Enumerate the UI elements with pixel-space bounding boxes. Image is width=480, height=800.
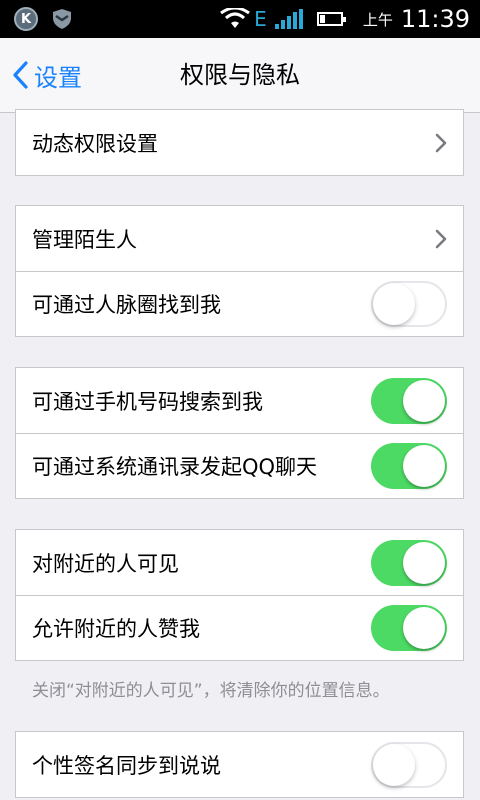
row-label: 动态权限设置 [32,131,158,156]
chevron-right-icon [435,229,447,248]
group-signature-sync: 个性签名同步到说说 [15,731,464,798]
toggle-contacts-qq-chat[interactable] [371,443,447,489]
toggle-find-by-network[interactable] [371,281,447,327]
row-visible-nearby: 对附近的人可见 [16,530,463,595]
row-label: 管理陌生人 [32,227,137,252]
row-search-by-phone: 可通过手机号码搜索到我 [16,368,463,433]
status-bar-left: K [14,7,72,31]
row-label: 个性签名同步到说说 [32,753,221,778]
signal-icon [274,9,303,29]
toggle-allow-nearby-likes[interactable] [371,605,447,651]
battery-icon [316,12,346,26]
toggle-knob [373,743,415,786]
chevron-right-icon [435,133,447,152]
group-nearby: 对附近的人可见 允许附近的人赞我 [15,529,464,661]
row-label: 可通过系统通讯录发起QQ聊天 [32,455,318,479]
k-app-icon: K [14,7,38,31]
toggle-knob [403,607,445,649]
group-strangers: 管理陌生人 可通过人脉圈找到我 [15,205,464,337]
row-label: 可通过人脉圈找到我 [32,293,221,317]
row-label: 允许附近的人赞我 [32,617,200,641]
group-dynamic-permissions: 动态权限设置 [15,109,464,176]
nav-bar: 设置 权限与隐私 [0,38,480,113]
toggle-knob [403,541,445,584]
group-phone-contacts: 可通过手机号码搜索到我 可通过系统通讯录发起QQ聊天 [15,367,464,499]
toggle-knob [373,283,415,325]
toggle-search-by-phone[interactable] [371,377,447,424]
toggle-knob [403,445,445,487]
wifi-icon [220,8,251,28]
toggle-visible-nearby[interactable] [371,539,447,586]
nearby-footnote: 关闭“对附近的人可见”，将清除你的位置信息。 [32,681,390,701]
row-label: 对附近的人可见 [32,551,179,576]
row-allow-nearby-likes: 允许附近的人赞我 [16,595,463,660]
status-clock: 11:39 [400,5,470,33]
toggle-signature-sync[interactable] [371,741,447,788]
row-signature-sync: 个性签名同步到说说 [16,732,463,797]
row-find-by-network: 可通过人脉圈找到我 [16,271,463,336]
status-bar-right: E 上午 11:39 [220,0,470,38]
row-label: 可通过手机号码搜索到我 [32,389,263,414]
status-bar: K E 上午 11:39 [0,0,480,38]
toggle-knob [403,379,445,422]
row-dynamic-permissions[interactable]: 动态权限设置 [16,110,463,175]
network-type: E [254,7,267,31]
shield-icon [53,9,71,29]
status-ampm: 上午 [362,10,393,29]
row-contacts-qq-chat: 可通过系统通讯录发起QQ聊天 [16,433,463,498]
row-manage-strangers[interactable]: 管理陌生人 [16,206,463,271]
page-title: 权限与隐私 [180,61,300,89]
